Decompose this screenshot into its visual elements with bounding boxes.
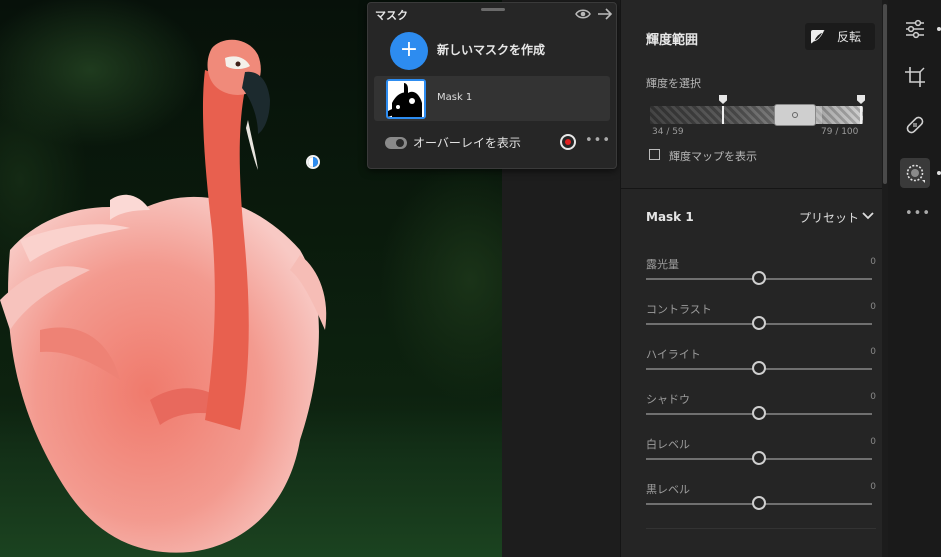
section-divider [621, 188, 889, 189]
mask-item-name: Mask 1 [437, 92, 473, 103]
whites-slider: 白レベル 0 [646, 436, 876, 476]
slider-label: ハイライト [646, 348, 701, 361]
slider-value: 0 [870, 347, 876, 357]
contrast-slider: コントラスト 0 [646, 301, 876, 341]
tool-strip: ••• [888, 0, 941, 557]
shadows-slider: シャドウ 0 [646, 391, 876, 431]
range-start-handle[interactable] [719, 95, 727, 104]
range-center-handle[interactable] [774, 104, 816, 126]
create-mask-label[interactable]: 新しいマスクを作成 [437, 41, 545, 58]
highlights-slider: ハイライト 0 [646, 346, 876, 386]
properties-panel: 輝度範囲 反転 輝度を選択 34 / 59 79 / 100 輝度マップを表示 … [620, 0, 889, 557]
slider-label: 黒レベル [646, 483, 690, 496]
slider-thumb[interactable] [752, 406, 766, 420]
invert-label: 反転 [837, 30, 862, 44]
scrollbar-thumb[interactable] [883, 4, 887, 184]
range-high-value: 79 / 100 [821, 127, 859, 137]
overlay-color-button[interactable] [560, 134, 576, 150]
mask-panel: マスク + 新しいマスクを作成 Mask 1 オーバーレイを表示 ••• [367, 2, 617, 169]
plus-icon: + [399, 37, 419, 62]
chevron-down-icon[interactable] [862, 211, 874, 221]
crop-icon[interactable] [900, 62, 930, 92]
arrow-right-icon[interactable] [597, 7, 613, 21]
mask-list-item[interactable]: Mask 1 [374, 76, 610, 121]
slider-thumb[interactable] [752, 451, 766, 465]
active-indicator-dot [937, 27, 941, 31]
slider-label: シャドウ [646, 393, 690, 406]
exposure-slider: 露光量 0 [646, 256, 876, 296]
slider-value: 0 [870, 257, 876, 267]
preset-dropdown[interactable]: プリセット [799, 209, 859, 226]
invert-button[interactable]: 反転 [805, 23, 875, 50]
app-window: マスク + 新しいマスクを作成 Mask 1 オーバーレイを表示 ••• 輝度範… [0, 0, 941, 557]
show-luminance-map-checkbox[interactable] [649, 149, 660, 160]
drag-grip-icon[interactable] [481, 8, 505, 11]
show-luminance-map-label[interactable]: 輝度マップを表示 [669, 148, 757, 164]
slider-thumb[interactable] [752, 271, 766, 285]
luminance-range-title: 輝度範囲 [646, 33, 699, 48]
select-luminance-label: 輝度を選択 [646, 77, 701, 90]
healing-bandage-icon[interactable] [900, 110, 930, 140]
blacks-slider: 黒レベル 0 [646, 481, 876, 521]
masking-icon[interactable] [900, 158, 930, 188]
range-low-value: 34 / 59 [652, 127, 684, 137]
sliders-icon[interactable] [900, 14, 930, 44]
mask-pin-icon[interactable] [306, 155, 320, 169]
overlay-toggle[interactable] [385, 137, 407, 149]
more-options-icon[interactable]: ••• [585, 133, 611, 148]
mask-panel-header[interactable]: マスク [368, 3, 616, 25]
slider-value: 0 [870, 302, 876, 312]
mask-panel-title: マスク [375, 9, 408, 22]
active-indicator-dot [937, 171, 941, 175]
slider-label: 露光量 [646, 258, 679, 271]
eye-icon[interactable] [575, 7, 591, 21]
more-tools-icon[interactable]: ••• [905, 206, 931, 221]
range-end-line [860, 106, 862, 124]
slider-thumb[interactable] [752, 496, 766, 510]
slider-thumb[interactable] [752, 361, 766, 375]
slider-value: 0 [870, 437, 876, 447]
range-end-handle[interactable] [857, 95, 865, 104]
mask-section-title: Mask 1 [646, 210, 694, 224]
create-mask-button[interactable]: + [390, 32, 428, 70]
slider-value: 0 [870, 392, 876, 402]
slider-thumb[interactable] [752, 316, 766, 330]
overlay-label: オーバーレイを表示 [413, 136, 521, 150]
invert-icon [811, 30, 825, 44]
luminance-range-section: 輝度範囲 反転 輝度を選択 34 / 59 79 / 100 輝度マップを表示 [621, 0, 889, 188]
slider-value: 0 [870, 482, 876, 492]
range-start-line [722, 106, 724, 124]
section-divider [646, 528, 876, 529]
mask-thumbnail [386, 79, 426, 119]
slider-label: 白レベル [646, 438, 690, 451]
luminance-range-slider[interactable] [650, 95, 865, 126]
slider-label: コントラスト [646, 303, 712, 316]
